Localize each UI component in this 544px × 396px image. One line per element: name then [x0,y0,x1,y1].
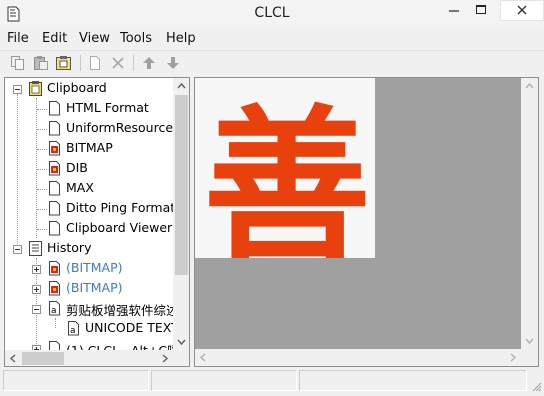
menu-tools[interactable]: Tools [120,31,152,46]
menu-edit[interactable]: Edit [42,31,67,46]
tree-label-format: DIB [66,160,88,175]
tree-label-format: MAX [66,180,94,195]
tree-connector [37,149,47,150]
scroll-up-icon[interactable] [521,78,538,95]
new-item-icon[interactable] [86,54,104,72]
viewer-vertical-scrollbar[interactable] [521,78,538,349]
expander-history-item[interactable] [32,305,41,314]
toolbar [0,50,544,74]
status-panel [299,370,527,391]
bitmap-icon [48,140,61,156]
scroll-down-icon[interactable] [173,333,189,350]
bitmap-icon [48,160,61,176]
tree-view[interactable]: Clipboard HTML Format UniformResourceL B… [4,77,190,367]
bitmap-icon [48,260,61,276]
tree-connector [37,189,47,190]
file-icon [48,120,61,136]
history-icon [29,240,42,256]
scroll-right-icon[interactable] [504,349,521,366]
text-icon: a [48,300,61,316]
tree-label-history-item: (1) CLCL · Alt+C呼 [66,340,173,350]
menu-help[interactable]: Help [166,31,196,46]
expander-history-item[interactable] [32,285,41,294]
tree-connector [37,169,47,170]
expander-history-item[interactable] [32,265,41,274]
tree-label-format: Clipboard Viewer [66,220,173,235]
viewer-canvas: 善 [195,78,521,349]
maximize-button[interactable] [468,0,494,21]
tree-label-format: BITMAP [66,140,113,155]
tree-connector [17,94,18,254]
tree-content: Clipboard HTML Format UniformResourceL B… [5,78,173,350]
tree-label-format: Ditto Ping Format [66,200,173,215]
tree-label-format: HTML Format [66,100,149,115]
tree-connector [37,109,47,110]
scroll-left-icon[interactable] [195,349,212,366]
copy-icon[interactable] [9,54,27,72]
status-panel [3,370,149,391]
toolbar-separator [133,55,134,71]
scroll-left-icon[interactable] [5,350,22,366]
tree-horizontal-scrollbar[interactable] [5,350,173,366]
tree-label-format: UNICODE TEXT [85,320,173,335]
menu-file[interactable]: File [7,31,29,46]
menu-view[interactable]: View [79,31,110,46]
bitmap-preview: 善 [195,78,375,258]
scroll-down-icon[interactable] [521,332,538,349]
tree-label-history-item: (BITMAP) [66,280,123,295]
tree-label-history-item: (BITMAP) [66,260,123,275]
tree-scroll-thumb[interactable] [175,95,188,275]
tree-hscroll-thumb[interactable] [22,352,64,365]
file-icon [48,220,61,236]
title-bar: CLCL [0,0,544,28]
status-bar [0,370,544,392]
text-icon: a [67,320,80,336]
clipboard-icon[interactable] [55,54,73,72]
tree-label-clipboard: Clipboard [47,80,107,95]
file-icon [48,100,61,116]
svg-text:a: a [51,306,57,316]
tree-label-history: History [47,240,92,255]
tree-vertical-scrollbar[interactable] [173,78,189,350]
close-button[interactable] [500,0,544,21]
tree-connector [37,229,47,230]
bitmap-glyph: 善 [203,88,371,258]
viewer-horizontal-scrollbar[interactable] [195,349,521,366]
clipboard-root-icon [29,80,42,96]
expander-clipboard[interactable] [13,85,22,94]
menu-bar: File Edit View Tools Help [0,29,544,49]
file-icon [48,180,61,196]
scroll-right-icon[interactable] [156,350,173,366]
delete-icon[interactable] [109,54,127,72]
minimize-button[interactable] [440,0,468,21]
status-panel [151,370,297,391]
tree-connector [36,98,37,238]
tree-connector [37,209,47,210]
svg-text:a: a [70,326,76,336]
tree-label-history-item: 剪贴板增强软件综述 [66,303,173,318]
paste-icon[interactable] [32,54,50,72]
resize-grip-icon[interactable] [530,380,542,392]
tree-label-format: UniformResourceL [66,120,173,135]
tree-connector [55,318,56,328]
expander-history[interactable] [13,245,22,254]
move-down-icon[interactable] [164,54,182,72]
scroll-corner [521,349,538,366]
toolbar-separator [80,55,81,71]
move-up-icon[interactable] [140,54,158,72]
tree-connector [37,129,47,130]
scroll-corner [173,350,189,366]
bitmap-icon [48,280,61,296]
text-icon [48,340,61,350]
scroll-up-icon[interactable] [173,78,189,95]
file-icon [48,200,61,216]
clipboard-viewer[interactable]: 善 [194,77,539,367]
